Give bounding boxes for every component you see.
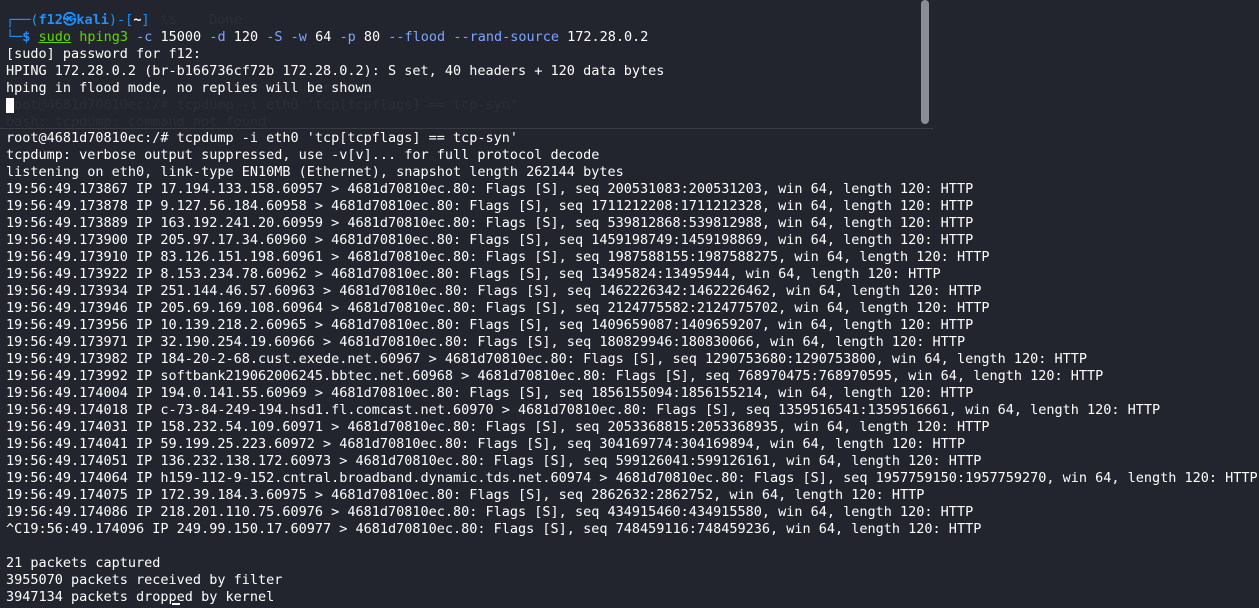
command-name: hping3 <box>79 29 128 45</box>
output-line: 19:56:49.173971 IP 32.190.254.19.60966 >… <box>6 334 966 350</box>
output-line: 19:56:49.173922 IP 8.153.234.78.60962 > … <box>6 266 941 282</box>
sudo-keyword: sudo <box>38 29 72 45</box>
arg-c: -c <box>136 29 153 45</box>
output-line: 19:56:49.173992 IP softbank219062006245.… <box>6 368 1104 384</box>
output-line: 19:56:49.173878 IP 9.127.56.184.60958 > … <box>6 198 974 214</box>
val-w: 64 <box>315 29 332 45</box>
val-c: 15000 <box>160 29 202 45</box>
val-p: 80 <box>363 29 381 45</box>
prompt-separator: )-[ <box>108 12 134 28</box>
output-line: 19:56:49.173900 IP 205.97.17.34.60960 > … <box>6 232 974 248</box>
output-line: ^C19:56:49.174096 IP 249.99.150.17.60977… <box>6 521 982 537</box>
output-line: tcpdump: verbose output suppressed, use … <box>6 147 600 163</box>
output-line: 19:56:49.173934 IP 251.144.46.57.60963 >… <box>6 283 982 299</box>
scrollbar[interactable] <box>921 0 929 124</box>
arg-flood: --flood <box>388 29 446 45</box>
arg-rand-source: --rand-source <box>453 29 559 45</box>
output-line: 19:56:49.174041 IP 59.199.25.223.60972 >… <box>6 436 966 452</box>
output-line: 19:56:49.174086 IP 218.201.110.75.60976 … <box>6 504 974 520</box>
output-line: 19:56:49.173867 IP 17.194.133.158.60957 … <box>6 181 974 197</box>
arg-w: -w <box>290 29 307 45</box>
target-ip: 172.28.0.2 <box>567 29 649 45</box>
prompt-corner: ┌──( <box>6 12 39 28</box>
output-line: 19:56:49.174075 IP 172.39.184.3.60975 > … <box>6 487 925 503</box>
val-d: 120 <box>233 29 259 45</box>
prompt-corner-bottom: └─ <box>6 29 23 45</box>
foreground-terminal[interactable]: ┌──(f12㉿kali)-[~] └─$ sudo hping3 -c 150… <box>0 0 933 129</box>
output-line: 3947134 packets dropped by kernel <box>6 589 275 605</box>
text-cursor <box>6 97 14 113</box>
prompt-dollar: $ <box>22 29 31 45</box>
output-line: HPING 172.28.0.2 (br-b166736cf72b 172.28… <box>6 63 665 79</box>
output-line: 19:56:49.173910 IP 83.126.151.198.60961 … <box>6 249 990 265</box>
output-line: listening on eth0, link-type EN10MB (Eth… <box>6 164 624 180</box>
output-line: 19:56:49.174004 IP 194.0.141.55.60969 > … <box>6 385 974 401</box>
output-line: [sudo] password for f12: <box>6 46 202 62</box>
output-line: 3955070 packets received by filter <box>6 572 283 588</box>
output-line: 19:56:49.174064 IP h159-112-9-152.cntral… <box>6 470 1258 486</box>
prompt-line-top: ┌──(f12㉿kali)-[~] <box>6 12 664 29</box>
output-line: root@4681d70810ec:/# tcpdump -i eth0 'tc… <box>6 130 519 146</box>
tcpdump-output: root@4681d70810ec:/# tcpdump -i eth0 'tc… <box>6 130 1259 606</box>
prompt-end: ] <box>141 12 150 28</box>
output-line: 19:56:49.174031 IP 158.232.54.109.60971 … <box>6 419 990 435</box>
hping-session: ┌──(f12㉿kali)-[~] └─$ sudo hping3 -c 150… <box>6 12 664 114</box>
output-line: 19:56:49.173889 IP 163.192.241.20.60959 … <box>6 215 974 231</box>
output-line: 21 packets captured <box>6 555 161 571</box>
command-line: └─$ sudo hping3 -c 15000 -d 120 -S -w 64… <box>6 29 664 46</box>
mouse-pointer <box>172 603 180 605</box>
arg-s: -S <box>266 29 283 45</box>
output-line: 19:56:49.173946 IP 205.69.169.108.60964 … <box>6 300 990 316</box>
output-line: 19:56:49.173982 IP 184-20-2-68.cust.exed… <box>6 351 1087 367</box>
output-line: 19:56:49.174051 IP 136.232.138.172.60973… <box>6 453 982 469</box>
cursor-line[interactable] <box>6 97 664 114</box>
arg-p: -p <box>339 29 356 45</box>
output-line: hping in flood mode, no replies will be … <box>6 80 372 96</box>
prompt-user-host: f12㉿kali <box>38 12 109 28</box>
output-line: 19:56:49.174018 IP c-73-84-249-194.hsd1.… <box>6 402 1161 418</box>
output-line <box>6 538 1259 555</box>
arg-d: -d <box>209 29 226 45</box>
output-line: 19:56:49.173956 IP 10.139.218.2.60965 > … <box>6 317 974 333</box>
